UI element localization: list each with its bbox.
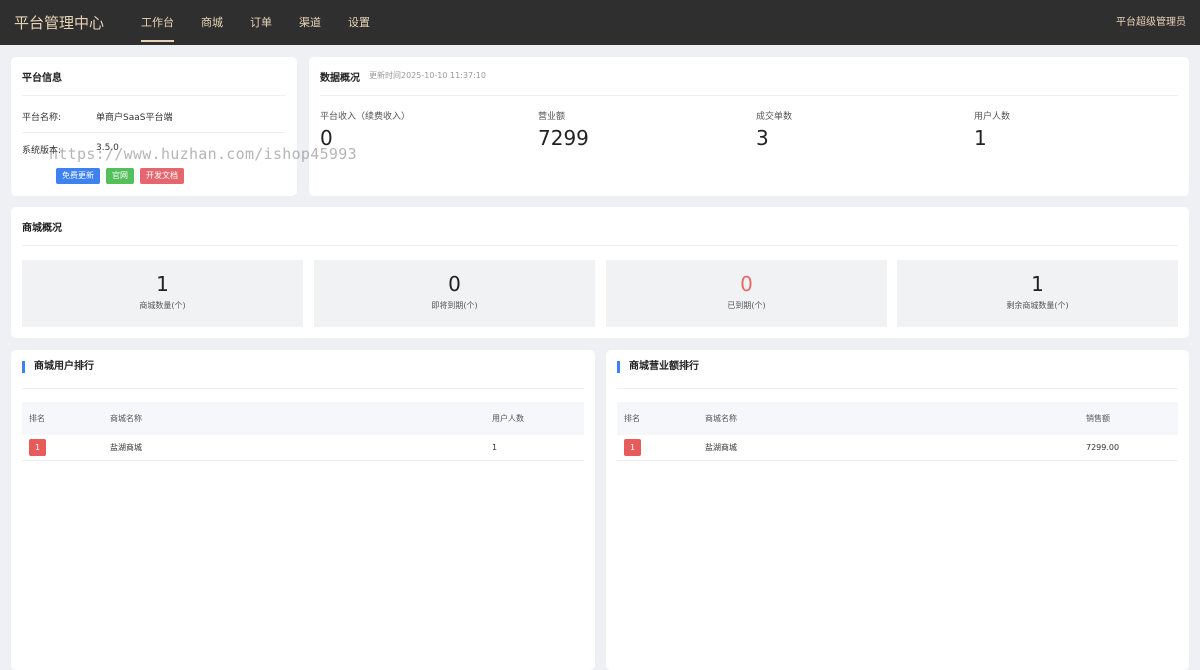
shop-overview-card: 商城概况 1 商城数量(个) 0 即将到期(个) 0 已到期(个) 1 剩余商城… [11,207,1189,338]
watermark-text: https://www.huzhan.com/ishop45993 [49,145,357,163]
rank-badge: 1 [29,439,46,456]
shop-overview-title: 商城概况 [22,223,62,234]
user-menu[interactable]: 平台超级管理员 [1116,0,1186,45]
data-overview-card: 数据概况 更新时间2025-10-10 11:37:10 平台收入（续费收入） … [309,57,1189,196]
official-site-button[interactable]: 官网 [106,168,134,184]
stat-value: 3 [756,126,769,150]
nav-orders[interactable]: 订单 [250,0,272,45]
brand-title: 平台管理中心 [14,14,105,32]
update-time: 更新时间2025-10-10 11:37:10 [369,71,486,80]
col-user-count: 用户人数 [492,414,524,423]
table-header: 排名 商城名称 用户人数 [22,402,584,435]
stat-label: 营业额 [538,112,566,122]
nav-channels[interactable]: 渠道 [299,0,321,45]
remaining-shops-box: 1 剩余商城数量(个) [897,260,1178,327]
platform-name-row: 平台名称: 单商户SaaS平台端 [22,110,172,123]
box-label: 已到期(个) [727,301,766,310]
sales-ranking-card: 商城营业额排行 排名 商城名称 销售额 1 盐湖商城 7299.00 [606,350,1189,670]
sales-ranking-table: 排名 商城名称 销售额 1 盐湖商城 7299.00 [617,402,1178,461]
data-overview-title: 数据概况 [320,73,360,84]
divider [22,132,286,133]
divider [22,245,1178,246]
dev-docs-button[interactable]: 开发文档 [140,168,184,184]
col-rank: 排名 [29,414,45,423]
box-value: 0 [740,272,753,296]
stat-orders: 成交单数 3 [756,109,792,150]
box-label: 剩余商城数量(个) [1006,301,1069,310]
stat-value: 1 [974,126,987,150]
user-ranking-title: 商城用户排行 [22,361,94,373]
stat-label: 成交单数 [756,112,793,122]
nav-workbench[interactable]: 工作台 [141,0,174,45]
table-row[interactable]: 1 盐湖商城 1 [22,435,584,461]
sales-ranking-title: 商城营业额排行 [617,361,699,373]
nav-settings[interactable]: 设置 [348,0,370,45]
box-value: 1 [1031,272,1044,296]
platform-name-label: 平台名称: [22,113,62,123]
sales-cell: 7299.00 [1086,443,1120,452]
platform-buttons: 免费更新 官网 开发文档 [56,168,190,184]
box-value: 0 [448,272,461,296]
table-header: 排名 商城名称 销售额 [617,402,1178,435]
nav-shop[interactable]: 商城 [201,0,223,45]
shop-name-cell: 盐湖商城 [110,443,142,452]
platform-info-card: 平台信息 平台名称: 单商户SaaS平台端 系统版本: 3.5.0 免费更新 官… [11,57,297,196]
stat-value: 7299 [538,126,589,150]
col-rank: 排名 [624,414,640,423]
col-shop-name: 商城名称 [110,414,142,423]
platform-info-title: 平台信息 [22,73,62,84]
free-update-button[interactable]: 免费更新 [56,168,100,184]
stat-label: 用户人数 [974,112,1011,122]
table-row[interactable]: 1 盐湖商城 7299.00 [617,435,1178,461]
user-count-cell: 1 [492,443,498,452]
platform-name-value: 单商户SaaS平台端 [96,113,173,123]
box-value: 1 [156,272,169,296]
divider [320,95,1178,96]
stat-platform-income: 平台收入（续费收入） 0 [320,109,410,150]
col-shop-name: 商城名称 [705,414,737,423]
shop-name-cell: 盐湖商城 [705,443,737,452]
stat-revenue: 营业额 7299 [538,109,589,150]
expiring-soon-box: 0 即将到期(个) [314,260,595,327]
stat-label: 平台收入（续费收入） [320,112,411,122]
top-navbar: 平台管理中心 工作台 商城 订单 渠道 设置 平台超级管理员 [0,0,1200,45]
divider [22,95,286,96]
rank-badge: 1 [624,439,641,456]
divider [617,388,1178,389]
box-label: 商城数量(个) [139,301,186,310]
box-label: 即将到期(个) [431,301,478,310]
user-ranking-card: 商城用户排行 排名 商城名称 用户人数 1 盐湖商城 1 [11,350,595,670]
stat-users: 用户人数 1 [974,109,1010,150]
shop-count-box: 1 商城数量(个) [22,260,303,327]
expired-box: 0 已到期(个) [606,260,887,327]
user-ranking-table: 排名 商城名称 用户人数 1 盐湖商城 1 [22,402,584,461]
divider [22,388,584,389]
main-nav: 工作台 商城 订单 渠道 设置 [141,0,397,45]
col-sales: 销售额 [1086,414,1110,423]
